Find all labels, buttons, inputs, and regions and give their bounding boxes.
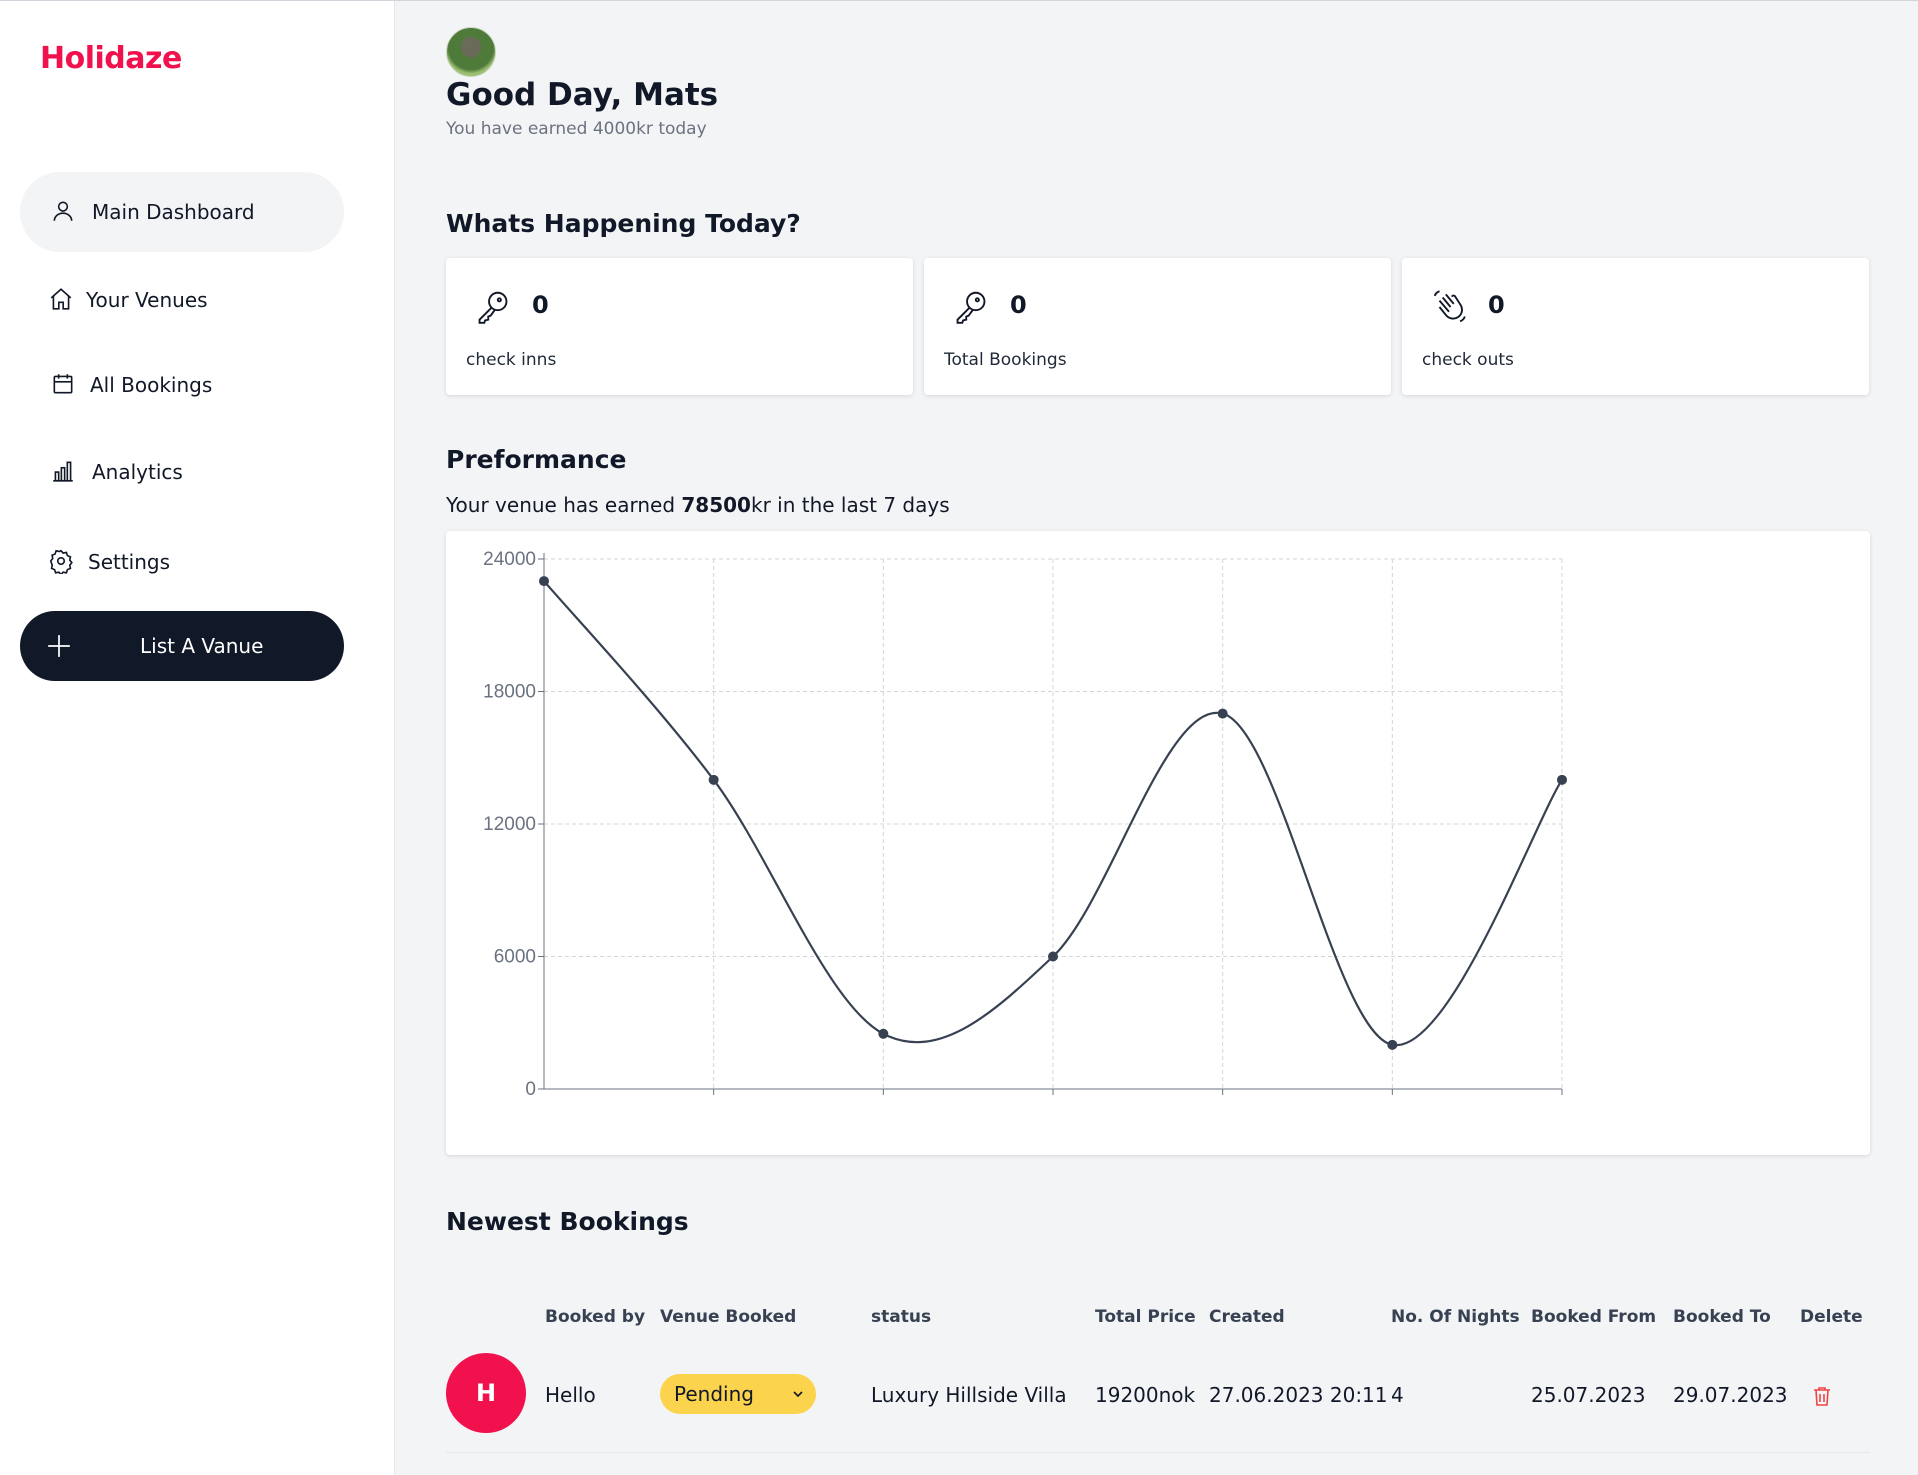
data-point <box>878 1028 889 1039</box>
nights-cell: 4 <box>1391 1383 1404 1407</box>
performance-chart-card: 0 6000 12000 18000 24000 <box>446 531 1870 1155</box>
greeting-heading: Good Day, Mats <box>446 77 719 113</box>
sidebar-item-main-dashboard[interactable]: Main Dashboard <box>20 172 344 252</box>
data-point <box>1048 951 1058 962</box>
sidebar-item-label: Analytics <box>92 460 183 484</box>
status-select[interactable]: Pending <box>660 1374 816 1414</box>
performance-summary: Your venue has earned 78500kr in the las… <box>446 493 950 517</box>
performance-summary-prefix: Your venue has earned <box>446 493 682 517</box>
data-point <box>1387 1039 1398 1050</box>
avatar: H <box>446 1353 526 1433</box>
check-ins-value: 0 <box>532 291 549 319</box>
plus-icon <box>46 633 72 659</box>
performance-summary-suffix: kr in the last 7 days <box>750 493 950 517</box>
performance-amount: 78500 <box>681 493 751 517</box>
waving-hand-icon <box>1433 290 1466 323</box>
check-outs-value: 0 <box>1488 291 1505 319</box>
y-tick-label: 18000 <box>483 682 536 703</box>
newest-bookings-title: Newest Bookings <box>446 1207 689 1236</box>
created-cell: 27.06.2023 20:11 <box>1209 1383 1388 1407</box>
sidebar-item-all-bookings[interactable]: All Bookings <box>20 345 344 425</box>
trash-icon[interactable] <box>1810 1383 1834 1409</box>
y-tick-label: 0 <box>525 1079 536 1100</box>
sidebar-item-label: All Bookings <box>90 373 213 397</box>
total-price-cell: 19200nok <box>1095 1383 1196 1407</box>
col-booked-from: Booked From <box>1531 1307 1657 1327</box>
sidebar-item-settings[interactable]: Settings <box>20 522 344 602</box>
booked-from-cell: 25.07.2023 <box>1531 1383 1646 1407</box>
brand-logo[interactable]: Holidaze <box>40 41 182 76</box>
user-icon <box>50 198 78 226</box>
chevron-down-icon <box>793 1391 803 1398</box>
home-icon <box>48 286 76 314</box>
check-outs-card: 0 check outs <box>1402 258 1869 395</box>
earned-today-text: You have earned 4000kr today <box>446 119 707 139</box>
sidebar-item-analytics[interactable]: Analytics <box>20 432 344 512</box>
y-tick-label: 6000 <box>494 947 536 968</box>
status-value: Pending <box>674 1382 754 1406</box>
col-venue-booked: Venue Booked <box>660 1307 797 1327</box>
y-tick-label: 12000 <box>483 814 536 835</box>
data-point <box>1557 774 1567 785</box>
key-icon <box>478 291 508 324</box>
col-nights: No. Of Nights <box>1391 1307 1520 1327</box>
col-booked-to: Booked To <box>1673 1307 1771 1327</box>
user-avatar[interactable] <box>446 27 496 77</box>
total-bookings-value: 0 <box>1010 291 1027 319</box>
y-tick-label: 24000 <box>483 549 536 570</box>
booked-by-cell: Hello <box>545 1383 596 1407</box>
check-outs-label: check outs <box>1422 350 1514 370</box>
calendar-icon <box>50 371 78 399</box>
table-row: H Hello Pending Luxury Hillside Villa 19… <box>446 1353 1870 1453</box>
total-bookings-label: Total Bookings <box>944 350 1067 370</box>
gear-icon <box>48 548 76 576</box>
sidebar-item-label: Settings <box>88 550 171 574</box>
booked-to-cell: 29.07.2023 <box>1673 1383 1788 1407</box>
check-ins-card: 0 check inns <box>446 258 913 395</box>
col-status: status <box>871 1307 932 1327</box>
list-venue-button[interactable]: List A Vanue <box>20 611 344 681</box>
sidebar-item-your-venues[interactable]: Your Venues <box>20 260 344 340</box>
bookings-table-header: Booked by Venue Booked status Total Pric… <box>446 1307 1870 1333</box>
performance-line-chart: 0 6000 12000 18000 24000 <box>483 549 1567 1100</box>
total-bookings-card: 0 Total Bookings <box>924 258 1391 395</box>
performance-title: Preformance <box>446 445 627 474</box>
today-section-title: Whats Happening Today? <box>446 209 801 238</box>
col-booked-by: Booked by <box>545 1307 646 1327</box>
list-venue-label: List A Vanue <box>140 634 264 658</box>
venue-cell: Luxury Hillside Villa <box>871 1383 1067 1407</box>
key-icon <box>956 291 986 324</box>
sidebar-item-label: Your Venues <box>86 288 208 312</box>
col-delete: Delete <box>1800 1307 1863 1327</box>
sidebar-item-label: Main Dashboard <box>92 200 255 224</box>
sidebar: Holidaze Main Dashboard Your Venues All … <box>0 1 395 1475</box>
data-point <box>1217 708 1228 719</box>
check-ins-label: check inns <box>466 350 557 370</box>
bar-chart-icon <box>50 458 78 486</box>
col-created: Created <box>1209 1307 1285 1327</box>
data-point <box>539 576 549 587</box>
data-point <box>708 774 719 785</box>
col-total-price: Total Price <box>1095 1307 1196 1327</box>
